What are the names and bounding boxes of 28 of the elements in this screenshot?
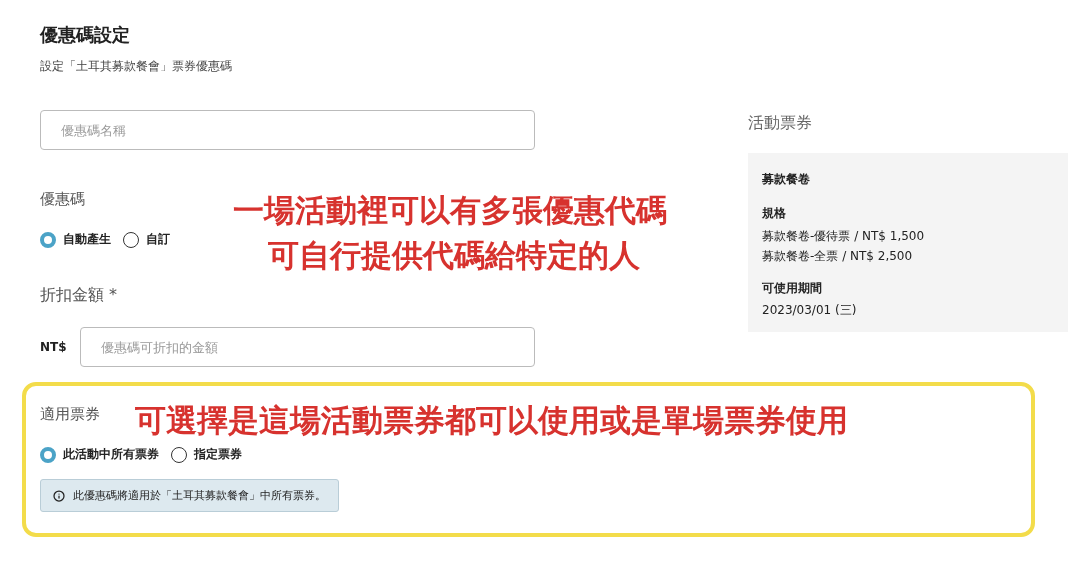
spec-item: 募款餐卷-全票 / NT$ 2,500 <box>762 248 913 265</box>
amount-field[interactable]: 優惠碼可折扣的金額 <box>80 327 535 367</box>
annotation-text: 可選擇是這場活動票券都可以使用或是單場票券使用 <box>135 402 848 438</box>
annotation-text: 可自行提供代碼給特定的人 <box>268 237 640 273</box>
info-icon <box>53 489 65 502</box>
radio-icon[interactable] <box>40 231 56 248</box>
period-label: 可使用期間 <box>762 280 822 296</box>
radio-icon[interactable] <box>40 446 56 463</box>
radio-option[interactable]: 此活動中所有票券 <box>40 446 159 463</box>
period-value: 2023/03/01 (三) <box>762 302 857 318</box>
ticket-title: 募款餐卷 <box>762 171 810 187</box>
field-label: 適用票券 <box>40 404 100 425</box>
radio-option[interactable]: 自訂 <box>123 231 170 248</box>
field-label: 折扣金額 * <box>40 284 118 306</box>
annotation-text: 一場活動裡可以有多張優惠代碼 <box>233 192 667 228</box>
spec-label: 規格 <box>762 205 786 221</box>
section-heading: 活動票券 <box>748 112 813 134</box>
radio-option[interactable]: 指定票券 <box>171 446 242 463</box>
radio-icon[interactable] <box>171 446 187 463</box>
page-title: 優惠碼設定 <box>40 23 130 47</box>
spec-item: 募款餐卷-優待票 / NT$ 1,500 <box>762 228 925 245</box>
field-label: 優惠碼 <box>40 189 85 210</box>
name-field[interactable]: 優惠碼名稱 <box>40 110 535 150</box>
info-text: 此優惠碼將適用於「土耳其募款餐會」中所有票券。 <box>73 488 326 503</box>
radio-option[interactable]: 自動產生 <box>40 231 111 248</box>
page-subtitle: 設定「土耳其募款餐會」票券優惠碼 <box>40 58 232 74</box>
radio-icon[interactable] <box>123 231 139 248</box>
currency-label: NT$ <box>40 340 68 354</box>
